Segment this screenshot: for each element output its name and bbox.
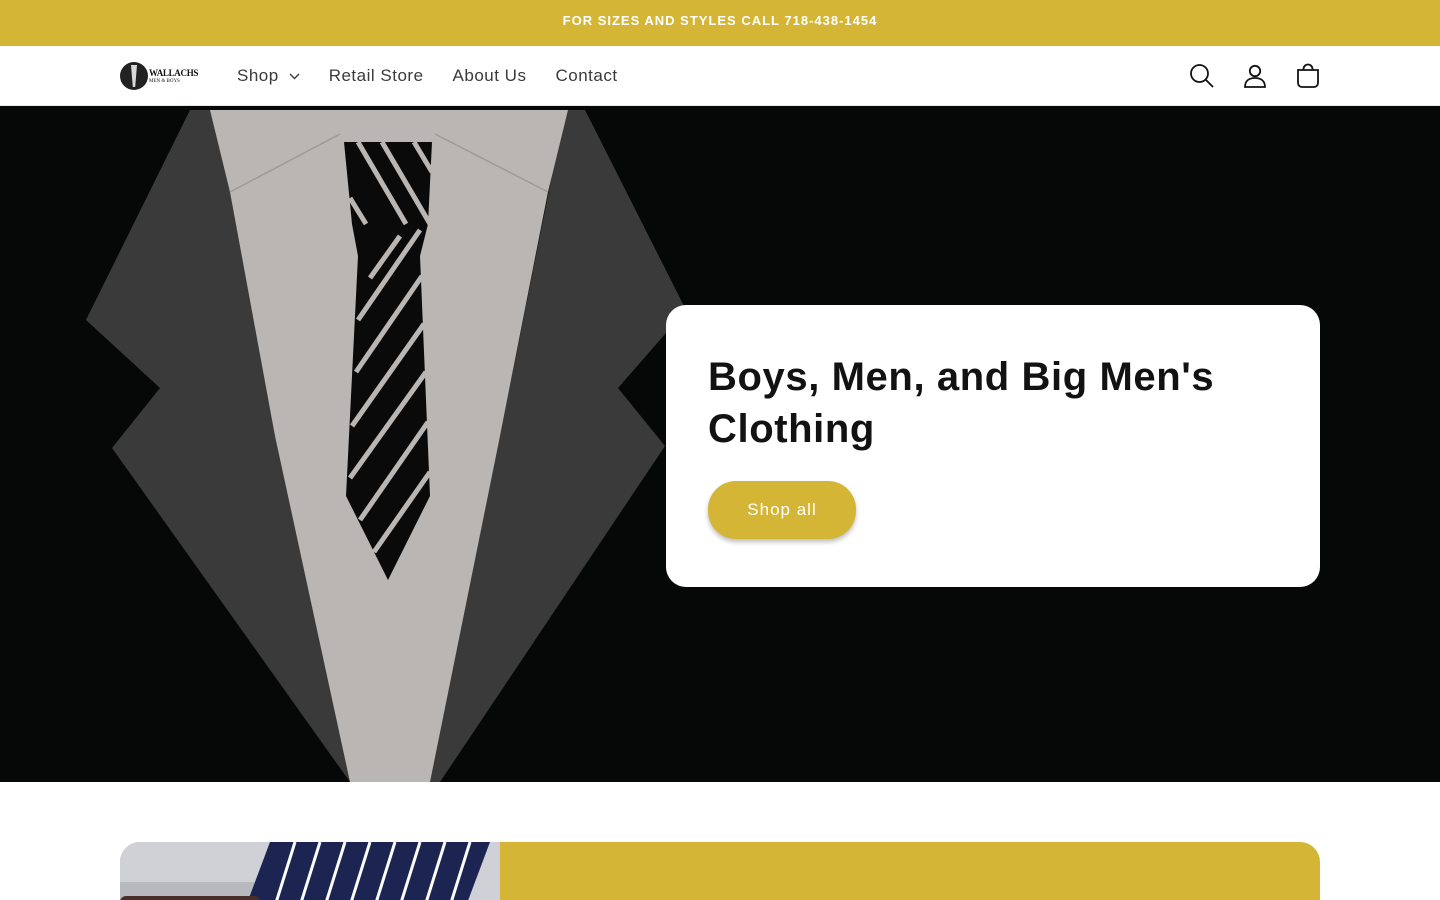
account-icon[interactable] — [1241, 62, 1269, 90]
nav-item-about-us[interactable]: About Us — [453, 66, 527, 86]
announcement-bar: FOR SIZES AND STYLES CALL 718-438-1454 — [0, 0, 1440, 46]
main-nav: Shop Retail Store About Us Contact — [237, 46, 647, 106]
hero-banner: Boys, Men, and Big Men's Clothing Shop a… — [0, 106, 1440, 782]
ties-image — [120, 842, 500, 900]
nav-item-label: Shop — [237, 66, 279, 85]
featured-collection-banner — [120, 842, 1320, 900]
logo-line-2: MEN & BOYS — [149, 78, 180, 84]
nav-item-label: Contact — [555, 66, 618, 85]
header-icons — [1163, 46, 1322, 106]
shop-all-button[interactable]: Shop all — [708, 481, 856, 539]
hero-heading: Boys, Men, and Big Men's Clothing — [708, 355, 1215, 451]
chevron-down-icon — [289, 73, 300, 80]
store-logo[interactable]: WALLACHS MEN & BOYS — [120, 61, 198, 91]
nav-item-retail-store[interactable]: Retail Store — [329, 66, 424, 86]
hero-content-card: Boys, Men, and Big Men's Clothing Shop a… — [666, 305, 1320, 587]
logo-line-1: WALLACHS — [149, 67, 199, 78]
nav-item-contact[interactable]: Contact — [555, 66, 617, 86]
logo-tie-icon — [120, 62, 148, 90]
announcement-text: FOR SIZES AND STYLES CALL 718-438-1454 — [562, 12, 878, 28]
search-icon[interactable] — [1188, 62, 1216, 90]
site-header: WALLACHS MEN & BOYS Shop Retail Store Ab… — [0, 46, 1440, 106]
nav-item-label: About Us — [452, 66, 527, 85]
cart-icon[interactable] — [1294, 62, 1322, 90]
nav-item-label: Retail Store — [328, 66, 424, 85]
nav-item-shop[interactable]: Shop — [237, 66, 300, 86]
